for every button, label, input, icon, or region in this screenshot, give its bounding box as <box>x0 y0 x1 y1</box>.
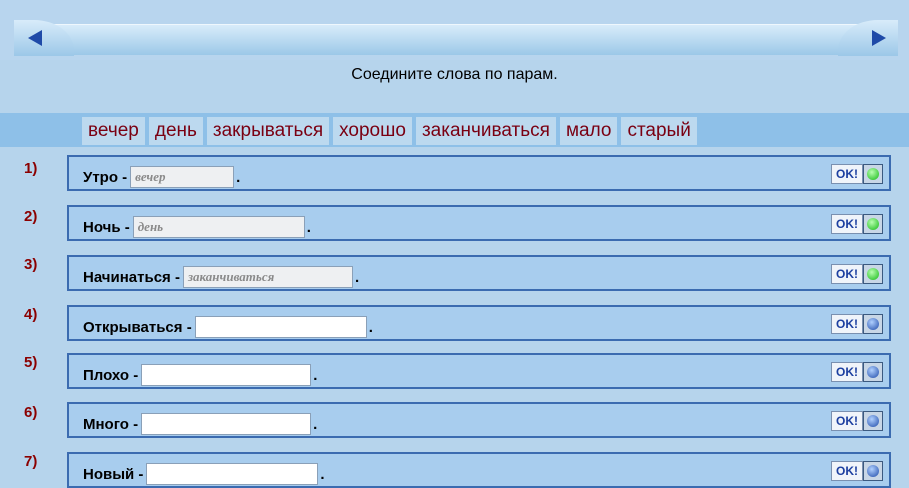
ok-label: OK! <box>831 264 863 284</box>
ok-label: OK! <box>831 362 863 382</box>
arrow-left-icon <box>28 30 42 46</box>
end-punct: . <box>320 465 325 483</box>
row-number: 5) <box>24 354 38 371</box>
row-number: 1) <box>24 160 38 177</box>
answer-field[interactable]: вечер <box>130 166 235 188</box>
ok-label: OK! <box>831 411 863 431</box>
end-punct: . <box>313 366 318 384</box>
word-chip[interactable]: старый <box>621 117 697 145</box>
word-chip[interactable]: день <box>148 117 203 145</box>
check-button[interactable]: OK! <box>831 461 883 481</box>
exercise-row: Открываться - . OK! <box>67 305 891 341</box>
ok-label: OK! <box>831 164 863 184</box>
navigation-bar <box>0 0 909 60</box>
prompt-word: Начинаться - <box>83 268 180 286</box>
end-punct: . <box>236 168 241 186</box>
instruction-text: Соедините слова по парам. <box>351 66 558 83</box>
arrow-right-icon <box>872 30 886 46</box>
row-number: 4) <box>24 306 38 323</box>
prompt-word: Плохо - <box>83 366 139 384</box>
check-button[interactable]: OK! <box>831 264 883 284</box>
prompt-word: Ночь - <box>83 218 130 236</box>
exercise-row: Утро - вечер . OK! <box>67 155 891 191</box>
progress-track <box>50 24 859 55</box>
prompt-word: Новый - <box>83 465 144 483</box>
status-light-icon <box>863 314 883 334</box>
prompt-word: Много - <box>83 415 139 433</box>
check-button[interactable]: OK! <box>831 314 883 334</box>
check-button[interactable]: OK! <box>831 214 883 234</box>
end-punct: . <box>368 318 373 336</box>
status-light-icon <box>863 461 883 481</box>
check-button[interactable]: OK! <box>831 411 883 431</box>
status-light-icon <box>863 264 883 284</box>
status-light-icon <box>863 362 883 382</box>
end-punct: . <box>354 268 360 286</box>
status-light-icon <box>863 164 883 184</box>
row-number: 3) <box>24 256 38 273</box>
word-bank: вечер день закрываться хорошо заканчиват… <box>0 113 909 147</box>
prompt-word: Открываться - <box>83 318 192 336</box>
exercise-row: Начинаться - заканчиваться . OK! <box>67 255 891 291</box>
answer-field[interactable]: заканчиваться <box>182 266 353 288</box>
exercise-row: Новый - . OK! <box>67 452 891 488</box>
row-number: 6) <box>24 404 38 421</box>
status-light-icon <box>863 214 883 234</box>
exercise-row: Плохо - . OK! <box>67 353 891 389</box>
check-button[interactable]: OK! <box>831 362 883 382</box>
ok-label: OK! <box>831 314 863 334</box>
answer-field[interactable] <box>146 463 319 485</box>
ok-label: OK! <box>831 461 863 481</box>
answer-field[interactable] <box>141 364 312 386</box>
row-number: 2) <box>24 208 38 225</box>
exercise-row: Ночь - день . OK! <box>67 205 891 241</box>
end-punct: . <box>313 415 318 433</box>
word-chip[interactable]: вечер <box>82 117 145 145</box>
answer-field[interactable] <box>141 413 312 435</box>
word-chip[interactable]: хорошо <box>333 117 412 145</box>
ok-label: OK! <box>831 214 863 234</box>
exercise-row: Много - . OK! <box>67 402 891 438</box>
prompt-word: Утро - <box>83 168 128 186</box>
word-chip[interactable]: закрываться <box>206 117 330 145</box>
word-chip[interactable]: заканчиваться <box>415 117 556 145</box>
answer-field[interactable]: день <box>132 216 305 238</box>
end-punct: . <box>306 218 311 236</box>
word-chip[interactable]: мало <box>559 117 618 145</box>
answer-field[interactable] <box>194 316 367 338</box>
check-button[interactable]: OK! <box>831 164 883 184</box>
row-number: 7) <box>24 453 38 470</box>
status-light-icon <box>863 411 883 431</box>
